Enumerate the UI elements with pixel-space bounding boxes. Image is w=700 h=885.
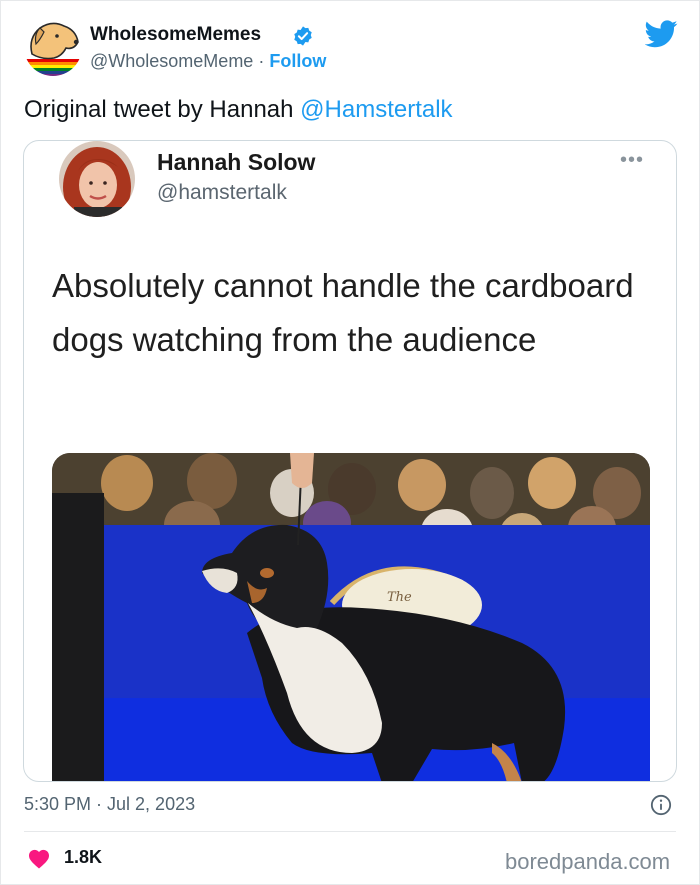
embedded-author-handle: @hamstertalk xyxy=(157,181,287,204)
footer-divider xyxy=(24,831,676,832)
tweet-text: Original tweet by Hannah @Hamstertalk xyxy=(24,96,453,124)
dog-show-photo: The xyxy=(52,453,650,781)
tweet-text-prefix: Original tweet by Hannah xyxy=(24,96,301,123)
site-watermark: boredpanda.com xyxy=(505,849,671,874)
separator-dot: · xyxy=(253,51,270,71)
author-name[interactable]: WholesomeMemes xyxy=(90,24,261,46)
embedded-author-name: Hannah Solow xyxy=(157,149,316,175)
author-handle-line: @WholesomeMeme · Follow xyxy=(90,51,326,72)
more-options-icon: ••• xyxy=(620,149,645,171)
author-avatar[interactable] xyxy=(24,18,82,76)
follow-link[interactable]: Follow xyxy=(269,51,326,71)
embedded-tweet-text: Absolutely cannot handle the cardboard d… xyxy=(52,267,634,358)
heart-icon[interactable] xyxy=(27,848,51,869)
like-count[interactable]: 1.8K xyxy=(64,847,102,868)
author-handle[interactable]: @WholesomeMeme xyxy=(90,51,253,71)
timestamp-link[interactable]: 5:30 PM · Jul 2, 2023 xyxy=(24,794,195,815)
stage-sign-text: The xyxy=(387,590,412,605)
verified-badge-icon xyxy=(294,26,312,46)
embedded-tweet-image[interactable]: Hannah Solow @hamstertalk ••• Absolutely… xyxy=(23,140,677,782)
twitter-bird-icon[interactable] xyxy=(645,20,678,48)
embedded-avatar xyxy=(59,141,135,217)
mention-link[interactable]: @Hamstertalk xyxy=(300,96,452,123)
info-icon[interactable] xyxy=(650,794,672,816)
